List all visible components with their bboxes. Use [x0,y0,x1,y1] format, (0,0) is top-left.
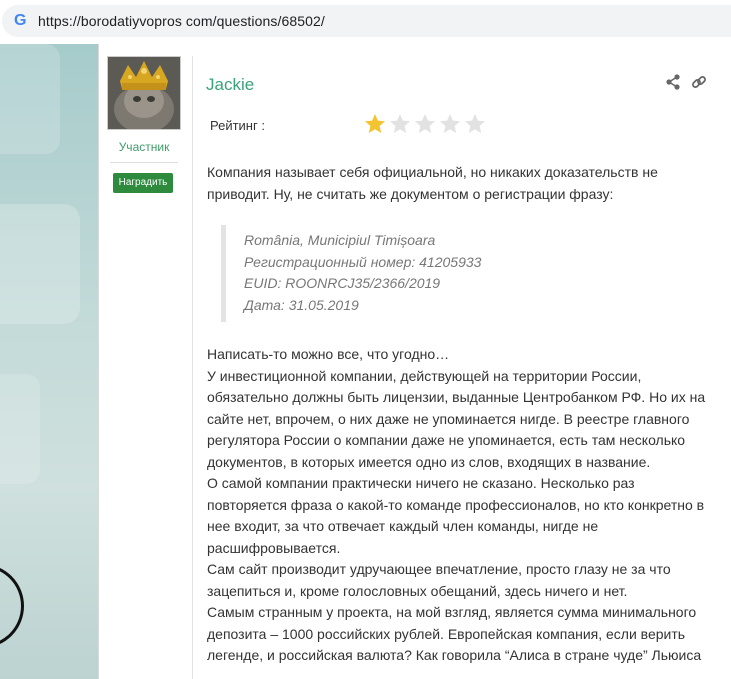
background-circle-decoration [0,564,24,648]
reward-button[interactable]: Наградить [113,173,173,193]
address-bar[interactable]: G https://borodatiyvopros com/questions/… [2,5,731,37]
background-decoration [0,44,60,154]
username-link[interactable]: Jackie [206,75,254,95]
browser-toolbar: G https://borodatiyvopros com/questions/… [0,0,731,44]
star-empty-icon[interactable] [438,112,462,136]
quote-line: România, Municipiul Timișoara [244,232,436,248]
quote-line: EUID: ROONRCJ35/2366/2019 [244,275,441,291]
star-empty-icon[interactable] [413,112,437,136]
divider [110,162,178,163]
avatar[interactable] [107,56,181,130]
post-paragraph: О самой компании практически ничего не с… [207,475,705,556]
star-filled-icon[interactable] [363,112,387,136]
blockquote: România, Municipiul Timișoara Регистраци… [221,225,712,322]
post-paragraph: Самым странным у проекта, на мой взгляд,… [207,604,702,663]
background-decoration [0,374,40,484]
post-content: Компания называет себя официальной, но н… [207,162,712,667]
post-intro: Компания называет себя официальной, но н… [207,164,658,202]
left-background [0,44,98,679]
column-divider [192,56,193,679]
rating-stars[interactable] [363,112,488,136]
quote-line: Дата: 31.05.2019 [244,296,359,313]
post-paragraph: У инвестиционной компании, действующей н… [207,367,706,470]
background-decoration [0,204,80,324]
url-text[interactable]: https://borodatiyvopros com/questions/68… [38,13,325,29]
user-role: Участник [118,140,170,154]
post-paragraph: Написать-то можно все, что угодно… [207,346,450,362]
content-border [98,44,99,679]
google-g-icon: G [14,12,27,29]
post-paragraph: Сам сайт производит удручающее впечатлен… [207,561,671,599]
share-icon[interactable] [665,74,681,90]
link-icon[interactable] [691,74,707,90]
star-empty-icon[interactable] [388,112,412,136]
quote-line: Регистрационный номер: 41205933 [244,253,482,270]
star-empty-icon[interactable] [463,112,487,136]
rating-label: Рейтинг : [210,118,265,133]
